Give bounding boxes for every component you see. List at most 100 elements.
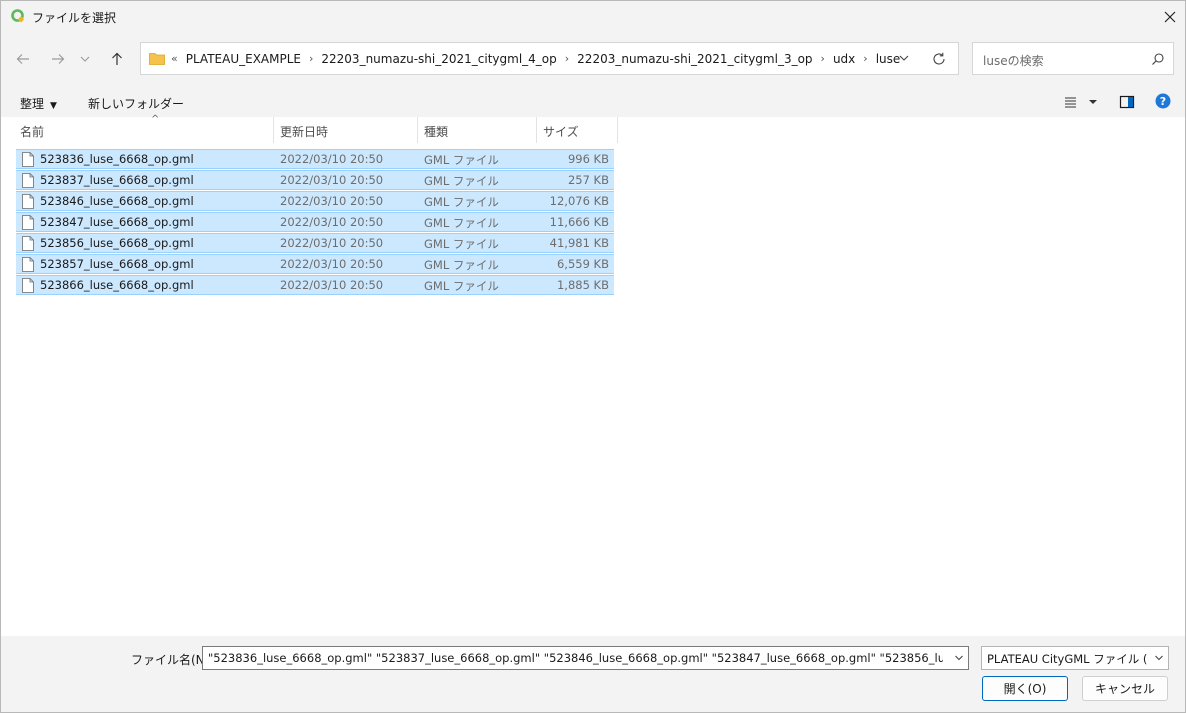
file-size: 996 KB [567, 152, 609, 166]
organize-menu-button[interactable]: 整理 ▼ [20, 95, 57, 112]
file-type: GML ファイル [424, 237, 499, 251]
address-bar[interactable]: « PLATEAU_EXAMPLE › 22203_numazu-shi_202… [140, 42, 959, 75]
search-placeholder: luseの検索 [983, 54, 1044, 68]
preview-pane-icon[interactable] [1119, 94, 1135, 110]
up-button[interactable] [104, 47, 130, 71]
caret-down-icon: ▼ [50, 101, 57, 111]
chevron-right-icon[interactable]: › [309, 52, 313, 65]
file-name: 523846_luse_6668_op.gml [40, 194, 194, 208]
qgis-app-icon [11, 9, 25, 23]
file-modified: 2022/03/10 20:50 [280, 236, 384, 250]
close-icon [1164, 11, 1176, 22]
filename-input[interactable]: "523836_luse_6668_op.gml" "523837_luse_6… [202, 646, 969, 670]
file-size: 6,559 KB [556, 257, 609, 271]
arrow-left-icon [16, 54, 29, 64]
file-name: 523857_luse_6668_op.gml [40, 257, 194, 271]
file-size: 1,885 KB [556, 278, 609, 292]
file-type: GML ファイル [424, 174, 499, 188]
file-type: GML ファイル [424, 258, 499, 272]
chevron-right-icon[interactable]: › [821, 52, 825, 65]
file-modified: 2022/03/10 20:50 [280, 215, 384, 229]
breadcrumb-overflow-icon[interactable]: « [171, 52, 178, 65]
file-size: 41,981 KB [549, 236, 609, 250]
svg-text:?: ? [1160, 95, 1166, 108]
file-row[interactable]: 523837_luse_6668_op.gml 2022/03/10 20:50… [16, 170, 614, 190]
column-modified-label: 更新日時 [280, 125, 329, 139]
file-size: 257 KB [567, 173, 609, 187]
file-name: 523837_luse_6668_op.gml [40, 173, 194, 187]
recent-locations-button[interactable] [75, 47, 95, 71]
file-icon [22, 236, 34, 251]
dialog-footer: ファイル名(N): "523836_luse_6668_op.gml" "523… [1, 636, 1185, 712]
file-list: 523836_luse_6668_op.gml 2022/03/10 20:50… [16, 149, 614, 296]
file-size: 12,076 KB [549, 194, 609, 208]
chevron-down-icon [80, 56, 90, 62]
file-name: 523847_luse_6668_op.gml [40, 215, 194, 229]
column-header-type[interactable]: 種類 [418, 117, 537, 143]
search-icon[interactable] [1151, 52, 1165, 66]
file-modified: 2022/03/10 20:50 [280, 278, 384, 292]
file-row[interactable]: 523856_luse_6668_op.gml 2022/03/10 20:50… [16, 233, 614, 253]
file-row[interactable]: 523866_luse_6668_op.gml 2022/03/10 20:50… [16, 275, 614, 295]
cancel-button[interactable]: キャンセル [1082, 676, 1168, 701]
folder-icon [149, 53, 165, 65]
chevron-right-icon[interactable]: › [863, 52, 867, 65]
file-icon [22, 173, 34, 188]
column-header-modified[interactable]: 更新日時 [274, 117, 418, 143]
file-size: 11,666 KB [549, 215, 609, 229]
arrow-right-icon [52, 54, 65, 64]
file-row[interactable]: 523846_luse_6668_op.gml 2022/03/10 20:50… [16, 191, 614, 211]
refresh-icon[interactable] [931, 51, 947, 67]
command-bar: 整理 ▼ 新しいフォルダー ? [1, 86, 1185, 117]
column-header-size[interactable]: サイズ [537, 117, 618, 143]
file-type-filter-value: PLATEAU CityGML ファイル (*.gm [987, 652, 1147, 666]
column-name-label: 名前 [20, 125, 45, 139]
navigation-bar: « PLATEAU_EXAMPLE › 22203_numazu-shi_202… [1, 32, 1185, 86]
back-button[interactable] [10, 47, 36, 71]
file-icon [22, 278, 34, 293]
file-icon [22, 257, 34, 272]
file-name: 523836_luse_6668_op.gml [40, 152, 194, 166]
file-type: GML ファイル [424, 153, 499, 167]
file-modified: 2022/03/10 20:50 [280, 152, 384, 166]
file-modified: 2022/03/10 20:50 [280, 194, 384, 208]
column-headers: 名前 ^ 更新日時 種類 サイズ [1, 114, 1185, 143]
chevron-right-icon[interactable]: › [565, 52, 569, 65]
breadcrumb-item[interactable]: PLATEAU_EXAMPLE [186, 52, 301, 66]
file-dialog: ファイルを選択 « PLATEAU_EXAMPLE › 22203_numazu… [0, 0, 1186, 713]
address-history-dropdown-icon[interactable] [897, 51, 911, 65]
column-header-name[interactable]: 名前 ^ [14, 114, 274, 143]
view-options-icon[interactable] [1063, 94, 1101, 110]
title-bar: ファイルを選択 [1, 1, 1185, 32]
file-row[interactable]: 523836_luse_6668_op.gml 2022/03/10 20:50… [16, 149, 614, 169]
breadcrumb-item[interactable]: udx [833, 52, 855, 66]
column-size-label: サイズ [543, 125, 579, 139]
file-modified: 2022/03/10 20:50 [280, 257, 384, 271]
new-folder-button[interactable]: 新しいフォルダー [88, 95, 184, 112]
file-row[interactable]: 523847_luse_6668_op.gml 2022/03/10 20:50… [16, 212, 614, 232]
open-button[interactable]: 開く(O) [982, 676, 1068, 701]
column-type-label: 種類 [424, 125, 449, 139]
breadcrumb-item[interactable]: 22203_numazu-shi_2021_citygml_4_op [321, 52, 556, 66]
file-icon [22, 194, 34, 209]
close-button[interactable] [1155, 1, 1185, 32]
arrow-up-icon [112, 52, 122, 65]
filename-value: "523836_luse_6668_op.gml" "523837_luse_6… [208, 651, 943, 665]
file-icon [22, 215, 34, 230]
file-type-filter-select[interactable]: PLATEAU CityGML ファイル (*.gm [981, 646, 1169, 670]
file-row[interactable]: 523857_luse_6668_op.gml 2022/03/10 20:50… [16, 254, 614, 274]
forward-button[interactable] [45, 47, 71, 71]
breadcrumb-item[interactable]: 22203_numazu-shi_2021_citygml_3_op [577, 52, 812, 66]
file-name: 523866_luse_6668_op.gml [40, 278, 194, 292]
help-icon[interactable]: ? [1155, 93, 1171, 109]
search-input[interactable]: luseの検索 [972, 42, 1174, 75]
organize-label: 整理 [20, 97, 45, 111]
file-type: GML ファイル [424, 195, 499, 209]
file-modified: 2022/03/10 20:50 [280, 173, 384, 187]
sort-ascending-icon: ^ [151, 114, 160, 125]
file-icon [22, 152, 34, 167]
file-name: 523856_luse_6668_op.gml [40, 236, 194, 250]
file-type: GML ファイル [424, 216, 499, 230]
chevron-down-icon[interactable] [954, 653, 964, 663]
window-title: ファイルを選択 [32, 11, 117, 25]
